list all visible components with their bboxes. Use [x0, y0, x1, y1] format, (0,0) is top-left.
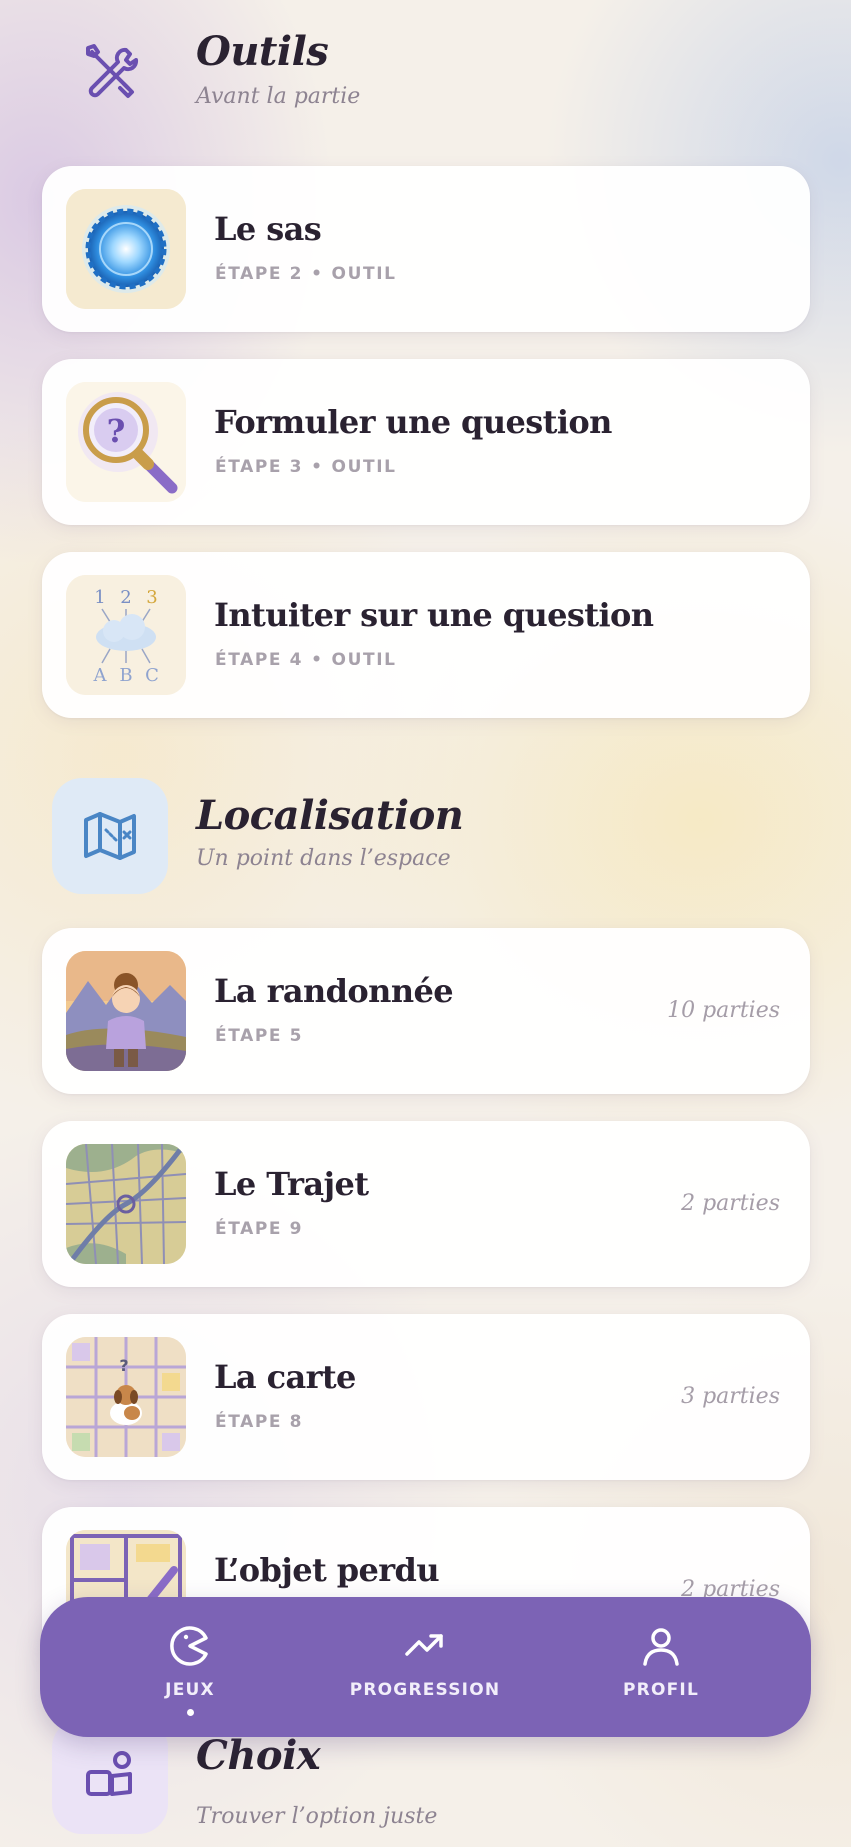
- nav-tab-jeux[interactable]: JEUX: [80, 1597, 300, 1737]
- card-meta: ÉTAPE 3 • OUTIL: [215, 457, 397, 477]
- card-play-count: 2 parties: [681, 1191, 780, 1216]
- card-step: ÉTAPE 5: [215, 1026, 304, 1046]
- map-icon: [84, 812, 136, 860]
- card-title: Intuiter sur une question: [214, 596, 654, 634]
- card-title: Le Trajet: [214, 1165, 369, 1203]
- activity-card-le-trajet[interactable]: Le Trajet ÉTAPE 9 2 parties: [42, 1121, 810, 1287]
- section-title: Localisation: [196, 792, 464, 839]
- user-icon: [643, 1628, 679, 1666]
- pacman-icon: [170, 1626, 208, 1666]
- svg-text:A: A: [93, 665, 108, 686]
- section-title: Choix: [196, 1732, 321, 1779]
- card-meta: ÉTAPE 9: [215, 1219, 303, 1239]
- bottom-nav-bar: JEUX PROGRESSION PROFIL: [40, 1597, 811, 1737]
- section-subtitle: Trouver l’option juste: [196, 1804, 438, 1829]
- svg-text:?: ?: [107, 412, 126, 450]
- card-kind: OUTIL: [331, 264, 397, 284]
- card-meta: ÉTAPE 4 • OUTIL: [215, 650, 397, 670]
- activity-card-la-randonnee[interactable]: La randonnée ÉTAPE 5 10 parties: [42, 928, 810, 1094]
- section-icon-tile: [52, 778, 168, 894]
- card-play-count: 3 parties: [681, 1384, 780, 1409]
- activity-card-le-sas[interactable]: Le sas ÉTAPE 2 • OUTIL: [42, 166, 810, 332]
- wrench-screwdriver-icon: [86, 44, 139, 98]
- card-title: La randonnée: [214, 972, 454, 1010]
- meta-separator: •: [311, 457, 324, 477]
- card-meta: ÉTAPE 2 • OUTIL: [215, 264, 397, 284]
- nav-label: JEUX: [165, 1680, 215, 1700]
- svg-text:C: C: [145, 665, 159, 686]
- section-icon-tile: [52, 14, 168, 130]
- meta-separator: •: [311, 650, 324, 670]
- activity-card-intuiter-sur-une-question[interactable]: 1 2 3 A B C Intuiter sur une question ÉT…: [42, 552, 810, 718]
- card-step: ÉTAPE 9: [215, 1219, 304, 1239]
- portal-thumbnail: [66, 189, 186, 309]
- card-play-count: 10 parties: [667, 998, 780, 1023]
- section-subtitle: Un point dans l’espace: [196, 846, 451, 871]
- trend-up-icon: [405, 1634, 443, 1656]
- card-step: ÉTAPE 8: [215, 1412, 304, 1432]
- card-step: ÉTAPE 4: [215, 650, 304, 670]
- card-kind: OUTIL: [331, 457, 397, 477]
- meta-separator: •: [311, 264, 324, 284]
- dog-map-thumbnail: ?: [66, 1337, 186, 1457]
- nav-tab-profil[interactable]: PROFIL: [551, 1597, 771, 1737]
- svg-text:B: B: [119, 665, 132, 686]
- card-title: Le sas: [214, 210, 322, 248]
- svg-text:3: 3: [146, 587, 157, 608]
- card-step: ÉTAPE 2: [215, 264, 304, 284]
- svg-text:1: 1: [94, 587, 105, 608]
- card-title: La carte: [214, 1358, 356, 1396]
- card-kind: OUTIL: [331, 650, 397, 670]
- magnifier-question-thumbnail: ?: [66, 382, 186, 502]
- active-indicator-dot: [186, 1709, 194, 1716]
- section-subtitle: Avant la partie: [196, 84, 361, 109]
- svg-text:2: 2: [120, 587, 131, 608]
- card-title: L’objet perdu: [214, 1551, 440, 1589]
- card-meta: ÉTAPE 8: [215, 1412, 303, 1432]
- card-title: Formuler une question: [214, 403, 612, 441]
- card-meta: ÉTAPE 5: [215, 1026, 303, 1046]
- hiker-girl-thumbnail: [66, 951, 186, 1071]
- nav-tab-progression[interactable]: PROGRESSION: [315, 1597, 535, 1737]
- nav-label: PROFIL: [623, 1680, 699, 1700]
- card-step: ÉTAPE 3: [215, 457, 304, 477]
- shapes-icon: [86, 1751, 132, 1796]
- section-header-outils: Outils Avant la partie: [0, 0, 851, 120]
- activity-card-la-carte[interactable]: ? La carte ÉTAPE 8 3 parties: [42, 1314, 810, 1480]
- svg-text:?: ?: [119, 1356, 128, 1375]
- nav-label: PROGRESSION: [349, 1680, 501, 1700]
- activity-card-formuler-une-question[interactable]: ? Formuler une question ÉTAPE 3 • OUTIL: [42, 359, 810, 525]
- section-title: Outils: [196, 28, 329, 75]
- cloud-123-abc-thumbnail: 1 2 3 A B C: [66, 575, 186, 695]
- city-map-thumbnail: [66, 1144, 186, 1264]
- section-header-localisation: Localisation Un point dans l’espace: [0, 778, 851, 898]
